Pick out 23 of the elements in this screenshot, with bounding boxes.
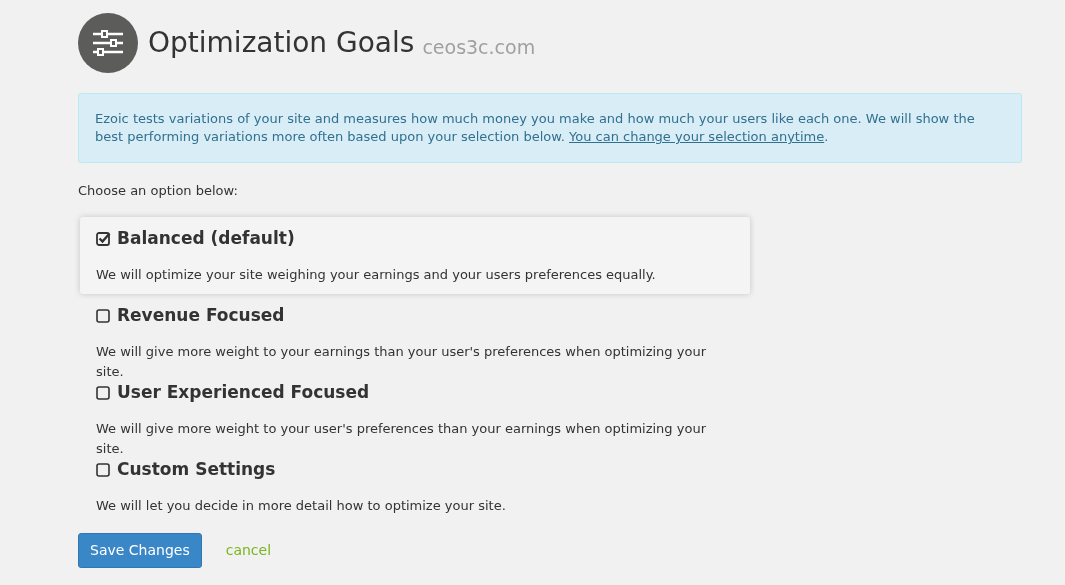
save-button[interactable]: Save Changes [78,532,202,568]
checkbox[interactable] [96,384,111,400]
option-title: Revenue Focused [117,303,285,327]
option-description: We will let you decide in more detail how to optimize your site. [96,497,507,515]
site-name: ceos3c.com [422,34,536,60]
page-title: Optimization Goals [148,25,415,61]
checkbox[interactable] [96,230,111,246]
option-title: User Experienced Focused [117,380,370,404]
prompt-text: Choose an option below: [78,182,239,200]
option-description: We will give more weight to your earnings than your user's preferences when optimizing your site. [96,343,707,381]
checkbox[interactable] [96,307,111,323]
option-label[interactable]: Revenue Focused [96,302,734,328]
option-label[interactable]: Custom Settings [96,456,734,482]
option-title: Custom Settings [117,457,276,481]
info-alert: Ezoic tests variations of your site and measures how much money you make and how much your users like each one. We will show the best performing variations more often based upon your selection below. You can change your selection anytime. [78,93,1022,163]
settings-icon [78,13,138,73]
option-label[interactable]: Balanced (default) [96,225,734,251]
option-title: Balanced (default) [117,226,295,250]
checkbox[interactable] [96,461,111,477]
option-description: We will give more weight to your user's preferences than your earnings when optimizing your site. [96,420,707,458]
option-label[interactable]: User Experienced Focused [96,379,734,405]
change-selection-link[interactable]: You can change your selection anytime [569,129,825,144]
option-description: We will optimize your site weighing your earnings and your users preferences equally. [96,266,657,284]
